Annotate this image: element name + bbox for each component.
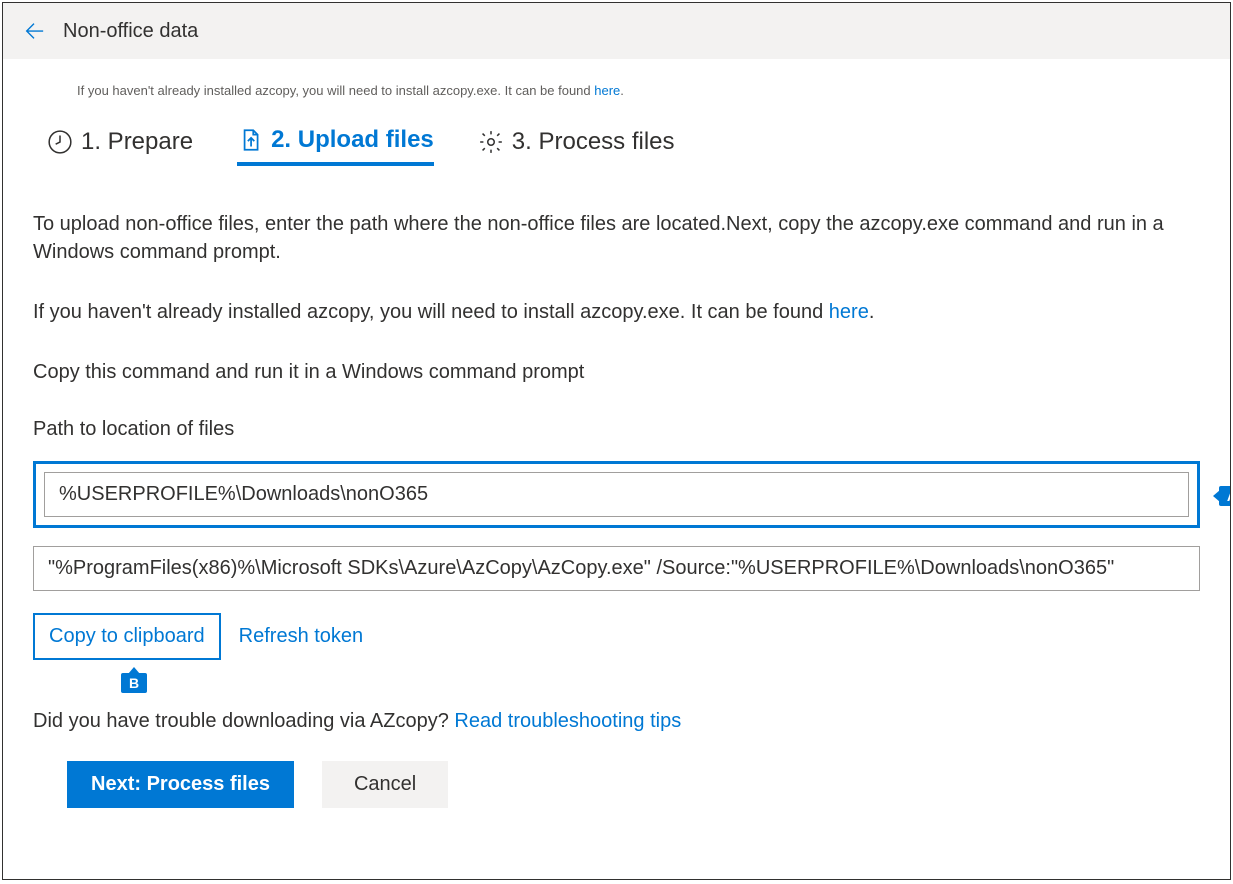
troubleshooting-link[interactable]: Read troubleshooting tips [454,710,681,732]
tab-prepare[interactable]: 1. Prepare [47,126,193,166]
next-process-files-button[interactable]: Next: Process files [67,761,294,808]
callout-a: A [1219,486,1231,506]
clock-icon [47,129,73,155]
back-arrow-icon[interactable] [23,20,45,42]
tab-process-files[interactable]: 3. Process files [478,126,675,166]
cancel-button[interactable]: Cancel [322,761,448,808]
instruction-para-2: If you haven't already installed azcopy,… [33,298,1200,326]
top-install-hint: If you haven't already installed azcopy,… [77,83,1200,98]
file-upload-icon [237,127,263,153]
install-here-link[interactable]: here [829,301,869,323]
refresh-token-link[interactable]: Refresh token [239,625,364,648]
path-field-label: Path to location of files [33,418,1200,441]
instruction-para-1: To upload non-office files, enter the pa… [33,210,1200,266]
wizard-tabs: 1. Prepare 2. Upload files 3. Process fi… [47,126,1200,166]
panel-header: Non-office data [3,3,1230,59]
gear-icon [478,129,504,155]
instruction-para-3: Copy this command and run it in a Window… [33,358,1200,386]
tab-label: 1. Prepare [81,128,193,156]
tab-upload-files[interactable]: 2. Upload files [237,126,434,166]
command-output[interactable]: "%ProgramFiles(x86)%\Microsoft SDKs\Azur… [33,546,1200,591]
path-input-highlight: A [33,461,1200,528]
install-here-link-top[interactable]: here [594,83,620,98]
path-input[interactable] [44,472,1189,517]
tab-label: 3. Process files [512,128,675,156]
copy-to-clipboard-button[interactable]: Copy to clipboard [33,613,221,660]
tab-label: 2. Upload files [271,126,434,154]
troubleshoot-row: Did you have trouble downloading via AZc… [33,710,1200,733]
callout-b: B [121,673,147,693]
page-title: Non-office data [63,20,198,43]
